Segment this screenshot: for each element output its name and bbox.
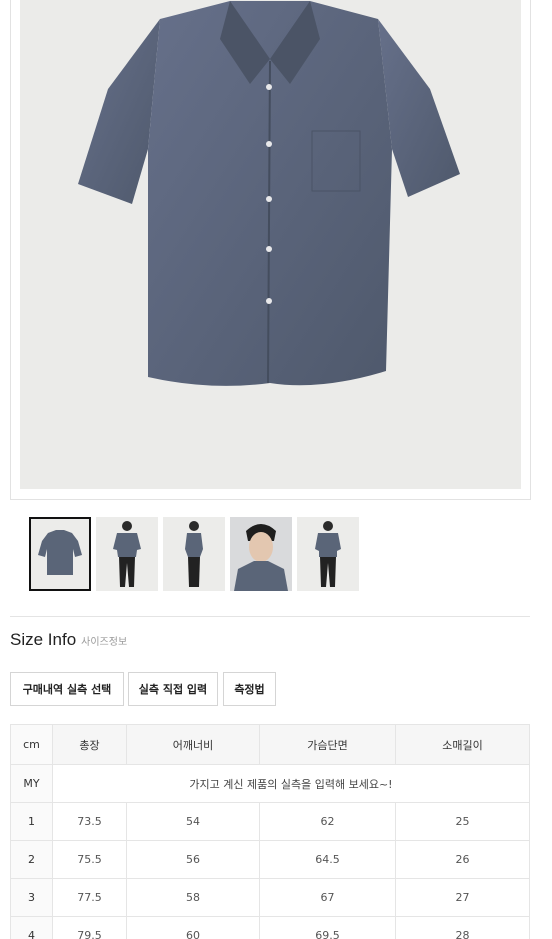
table-cell: 64.5 [259, 840, 396, 879]
size-table: cm 총장 어깨너비 가슴단면 소매길이 MY 가지고 계신 제품의 실측을 입… [10, 724, 530, 939]
table-cell: 67 [259, 878, 396, 917]
table-cell: 60 [126, 916, 260, 939]
model-thumbnail-image [113, 521, 141, 587]
size-info-subtitle: 사이즈정보 [81, 637, 128, 648]
measurement-method-button[interactable]: 측정법 [223, 672, 276, 706]
size-label: 2 [10, 840, 53, 879]
size-label: 1 [10, 802, 53, 841]
section-divider [10, 616, 530, 617]
thumbnail-2[interactable] [96, 517, 158, 591]
table-cell: 25 [395, 802, 530, 841]
size-label: 3 [10, 878, 53, 917]
select-purchase-history-button[interactable]: 구매내역 실측 선택 [10, 672, 124, 706]
my-row-note[interactable]: 가지고 계신 제품의 실측을 입력해 보세요~! [52, 764, 530, 803]
table-cell: 27 [395, 878, 530, 917]
table-cell: 79.5 [52, 916, 127, 939]
column-header: 가슴단면 [259, 724, 396, 765]
thumbnail-3[interactable] [163, 517, 225, 591]
table-cell: 28 [395, 916, 530, 939]
shirt-thumbnail-image [38, 530, 82, 575]
unit-header: cm [10, 724, 53, 765]
shirt-illustration [78, 1, 460, 386]
table-row: 1 73.5 54 62 25 [10, 802, 530, 841]
main-product-image[interactable] [20, 0, 521, 489]
size-info-title: Size Info [10, 630, 77, 649]
table-row: 2 75.5 56 64.5 26 [10, 840, 530, 879]
size-label: 4 [10, 916, 53, 939]
table-row: 3 77.5 58 67 27 [10, 878, 530, 917]
table-cell: 75.5 [52, 840, 127, 879]
table-cell: 62 [259, 802, 396, 841]
thumbnail-5[interactable] [297, 517, 359, 591]
table-cell: 54 [126, 802, 260, 841]
table-cell: 69.5 [259, 916, 396, 939]
table-cell: 56 [126, 840, 260, 879]
column-header: 총장 [52, 724, 127, 765]
size-info-heading: Size Info 사이즈정보 [10, 630, 127, 650]
thumbnail-4[interactable] [230, 517, 292, 591]
column-header: 소매길이 [395, 724, 530, 765]
table-row: 4 79.5 60 69.5 28 [10, 916, 530, 939]
model-closeup-thumbnail-image [230, 517, 292, 591]
my-row-label: MY [10, 764, 53, 803]
table-header-row: cm 총장 어깨너비 가슴단면 소매길이 [10, 724, 530, 765]
column-header: 어깨너비 [126, 724, 260, 765]
enter-measurement-button[interactable]: 실측 직접 입력 [128, 672, 218, 706]
table-cell: 73.5 [52, 802, 127, 841]
thumbnail-1[interactable] [29, 517, 91, 591]
main-image-frame [10, 0, 531, 500]
model-thumbnail-image-2 [315, 521, 341, 587]
my-size-row[interactable]: MY 가지고 계신 제품의 실측을 입력해 보세요~! [10, 764, 530, 803]
table-cell: 58 [126, 878, 260, 917]
table-cell: 26 [395, 840, 530, 879]
model-side-thumbnail-image [185, 521, 203, 587]
table-cell: 77.5 [52, 878, 127, 917]
